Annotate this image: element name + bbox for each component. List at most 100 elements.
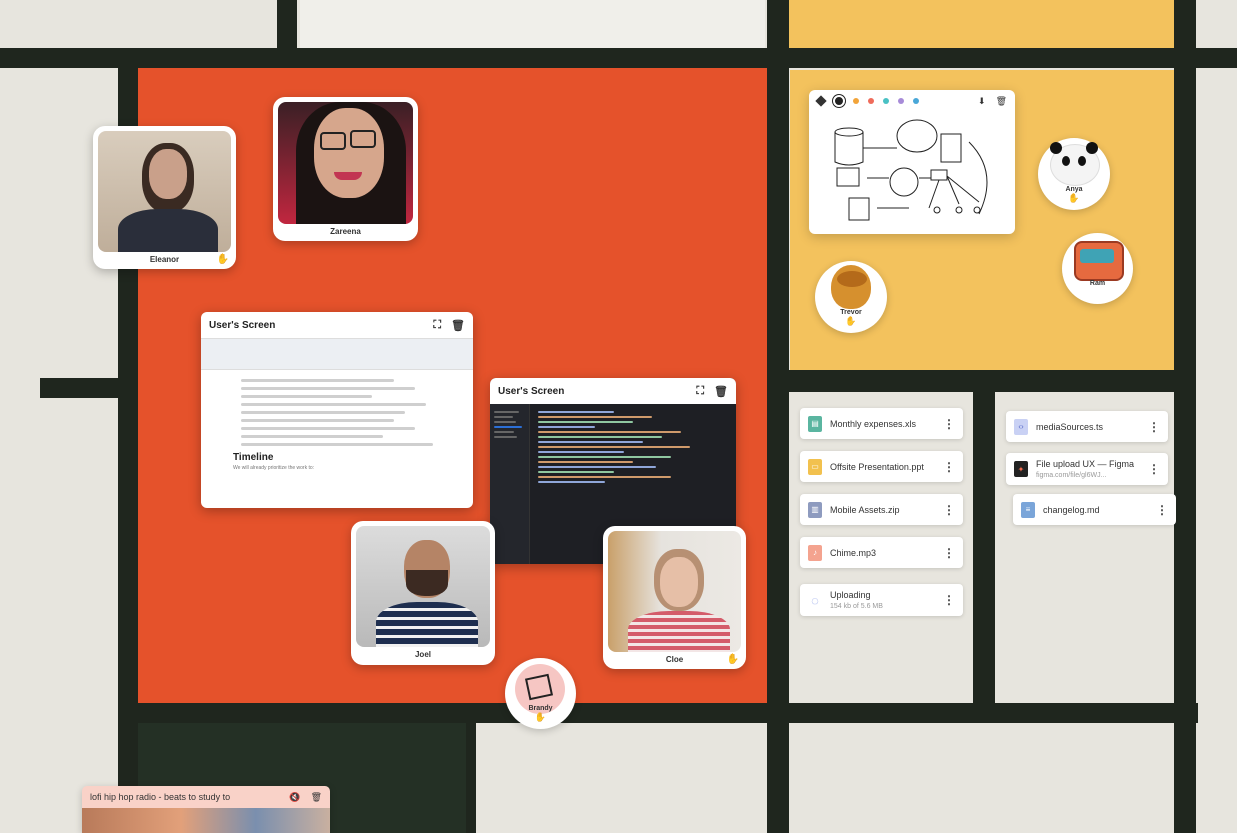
file-item-mobile-assets[interactable]: ▥ Mobile Assets.zip ⋮ [800, 494, 963, 525]
file-name: Chime.mp3 [830, 547, 877, 558]
file-item-changelog[interactable]: ≡ changelog.md ⋮ [1013, 494, 1176, 525]
avatar-image [1080, 249, 1114, 263]
document-body: Timeline We will already prioritize the … [201, 370, 473, 471]
trash-icon[interactable]: 🗑 [451, 319, 465, 332]
video-tile-zareena[interactable]: Zareena [273, 97, 418, 241]
avatar-anya[interactable]: Anya ✋ [1038, 138, 1110, 210]
participant-name: Cloe [665, 655, 684, 664]
file-item-mediasources[interactable]: ‹› mediaSources.ts ⋮ [1006, 411, 1168, 442]
file-item-offsite-presentation[interactable]: ▭ Offsite Presentation.ppt ⋮ [800, 451, 963, 482]
music-player[interactable]: lofi hip hop radio - beats to study to 🔇… [82, 786, 330, 833]
expand-icon[interactable]: ⛶ [696, 385, 704, 398]
more-options-icon[interactable]: ⋮ [943, 503, 955, 517]
board-yellow-panel-top [787, 0, 1175, 48]
file-name: Uploading [830, 590, 871, 600]
video-tile-eleanor[interactable]: Eleanor ✋ [93, 126, 236, 269]
grid-line [973, 390, 995, 710]
trash-icon[interactable]: 🗑 [714, 385, 728, 398]
grid-line [277, 0, 297, 60]
participant-name: Brandy [528, 705, 553, 712]
more-options-icon[interactable]: ⋮ [1148, 420, 1160, 434]
grid-line [40, 378, 120, 398]
browser-chrome [201, 338, 473, 370]
video-feed [356, 526, 490, 647]
file-item-figma[interactable]: ✦ File upload UX — Figma figma.com/file/… [1006, 453, 1168, 485]
more-options-icon[interactable]: ⋮ [943, 460, 955, 474]
hand-raise-icon[interactable]: ✋ [815, 316, 887, 327]
spreadsheet-icon: ▤ [808, 415, 822, 432]
file-item-monthly-expenses[interactable]: ▤ Monthly expenses.xls ⋮ [800, 408, 963, 439]
file-name: Mobile Assets.zip [830, 504, 900, 515]
whiteboard-drawing [834, 119, 988, 221]
participant-name: Ram [1089, 280, 1106, 287]
music-video-thumbnail [82, 808, 330, 833]
upload-progress-text: 154 kb of 5.6 MB [830, 603, 883, 610]
file-item-chime[interactable]: ♪ Chime.mp3 ⋮ [800, 537, 963, 568]
more-options-icon[interactable]: ⋮ [943, 593, 955, 607]
screen-share-title: User's Screen [498, 385, 565, 397]
screen-share-title: User's Screen [209, 319, 276, 331]
hand-raise-icon[interactable]: ✋ [217, 254, 229, 265]
file-name: File upload UX — Figma [1036, 459, 1135, 469]
grid-line [787, 370, 1177, 392]
participant-name: Anya [1065, 186, 1083, 193]
avatar-brandy[interactable]: Brandy ✋ [505, 658, 576, 729]
color-orange[interactable] [853, 98, 859, 104]
eraser-icon[interactable] [815, 95, 827, 107]
file-item-uploading[interactable]: ◌ Uploading 154 kb of 5.6 MB ⋮ [800, 584, 963, 616]
color-red[interactable] [868, 98, 874, 104]
participant-name: Zareena [330, 227, 361, 236]
document-footer-text: We will already prioritize the work to: [233, 465, 315, 471]
hand-raise-icon[interactable]: ✋ [727, 654, 739, 665]
audio-icon: ♪ [808, 544, 822, 561]
zip-icon: ▥ [808, 501, 822, 518]
avatar-image [1062, 156, 1070, 166]
video-feed [278, 102, 413, 224]
hand-raise-icon[interactable]: ✋ [1038, 193, 1110, 204]
avatar-image [1078, 156, 1086, 166]
participant-name: Joel [414, 650, 431, 659]
whiteboard[interactable]: ⬇ 🗑 [809, 90, 1015, 234]
color-blue[interactable] [913, 98, 919, 104]
code-file-icon: ‹› [1014, 418, 1028, 435]
trash-icon[interactable]: 🗑 [996, 96, 1007, 107]
file-explorer [490, 404, 530, 564]
document-heading: Timeline [233, 452, 274, 463]
presentation-icon: ▭ [808, 458, 822, 475]
more-options-icon[interactable]: ⋮ [1148, 462, 1160, 476]
figma-icon: ✦ [1014, 461, 1028, 477]
file-name: changelog.md [1043, 504, 1100, 515]
more-options-icon[interactable]: ⋮ [943, 417, 955, 431]
video-feed [98, 131, 231, 252]
color-teal[interactable] [883, 98, 889, 104]
hand-raise-icon[interactable]: ✋ [505, 712, 576, 723]
trash-icon[interactable]: 🗑 [311, 792, 322, 803]
uploading-spinner-icon: ◌ [811, 592, 819, 608]
grid-line [118, 703, 1198, 723]
board-white-panel-1 [300, 0, 765, 48]
expand-icon[interactable]: ⛶ [433, 319, 441, 332]
video-feed [608, 531, 741, 652]
avatar-image [837, 271, 867, 287]
music-title: lofi hip hop radio - beats to study to [90, 792, 231, 802]
color-black[interactable] [833, 95, 845, 107]
avatar-ram[interactable]: Ram [1062, 233, 1133, 304]
file-name: mediaSources.ts [1036, 421, 1104, 432]
color-purple[interactable] [898, 98, 904, 104]
file-name: Monthly expenses.xls [830, 418, 917, 429]
more-options-icon[interactable]: ⋮ [943, 546, 955, 560]
download-icon[interactable]: ⬇ [978, 96, 986, 107]
more-options-icon[interactable]: ⋮ [1156, 503, 1168, 517]
avatar-trevor[interactable]: Trevor ✋ [815, 261, 887, 333]
video-tile-cloe[interactable]: Cloe ✋ [603, 526, 746, 669]
avatar-image [1050, 142, 1062, 154]
mute-icon[interactable]: 🔇 [289, 792, 300, 803]
video-tile-joel[interactable]: Joel [351, 521, 495, 665]
participant-name: Eleanor [149, 255, 180, 264]
grid-line [466, 703, 476, 833]
file-url: figma.com/file/gl6WJ... [1036, 472, 1107, 479]
screen-share-document[interactable]: User's Screen ⛶ 🗑 Timeline We will alrea… [201, 312, 473, 508]
grid-line [0, 48, 1237, 68]
avatar-image [1086, 142, 1098, 154]
file-name: Offsite Presentation.ppt [830, 461, 924, 472]
